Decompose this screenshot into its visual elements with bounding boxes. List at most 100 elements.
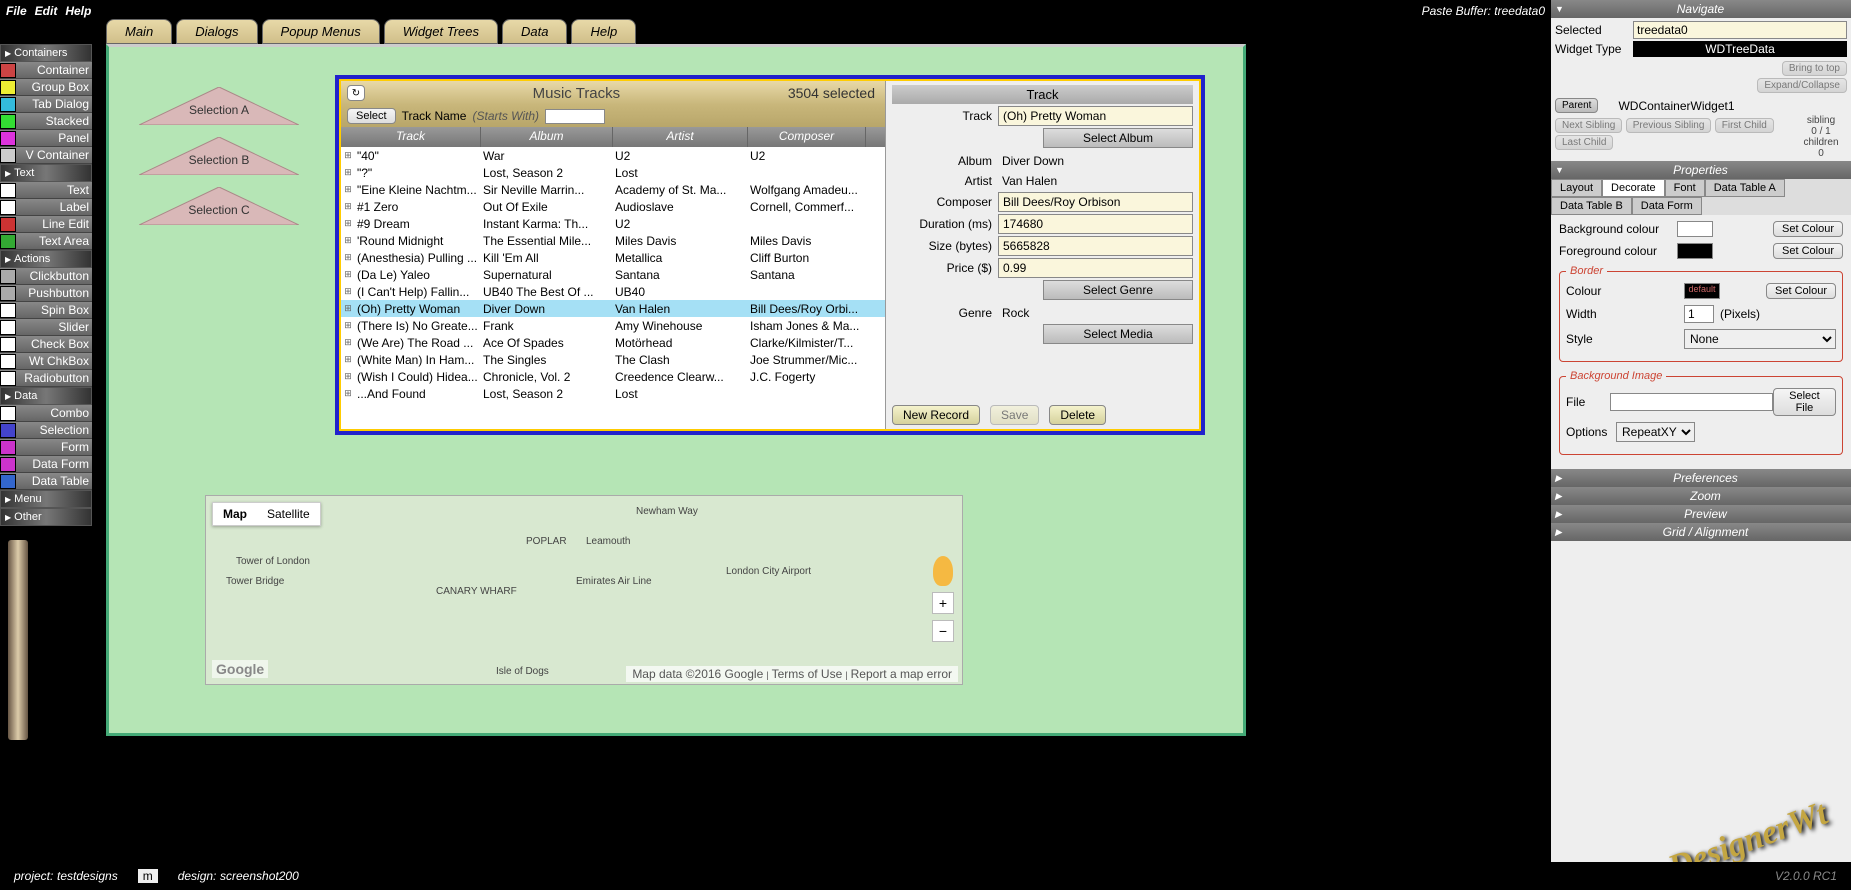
tab-widget-trees[interactable]: Widget Trees <box>384 19 498 44</box>
tab-dialogs[interactable]: Dialogs <box>176 19 257 44</box>
select-file-button[interactable]: Select File <box>1773 388 1836 416</box>
size-input[interactable] <box>998 236 1193 256</box>
zoom-header[interactable]: Zoom <box>1551 487 1851 505</box>
palette-item[interactable]: Container <box>0 62 92 79</box>
border-style-select[interactable]: None <box>1684 329 1836 349</box>
palette-item[interactable]: V Container <box>0 147 92 164</box>
preview-header[interactable]: Preview <box>1551 505 1851 523</box>
palette-item[interactable]: Check Box <box>0 336 92 353</box>
save-button[interactable]: Save <box>990 405 1039 425</box>
palette-item[interactable]: Text <box>0 182 92 199</box>
table-row[interactable]: ⊞"40"WarU2U2 <box>341 147 885 164</box>
table-row[interactable]: ⊞"Eine Kleine Nachtm...Sir Neville Marri… <box>341 181 885 198</box>
tab-layout[interactable]: Layout <box>1551 179 1602 197</box>
palette-section[interactable]: Menu <box>0 490 92 508</box>
expand-collapse-button[interactable]: Expand/Collapse <box>1757 78 1847 93</box>
select-album-button[interactable]: Select Album <box>1043 128 1193 148</box>
map-type-map[interactable]: Map <box>213 503 257 525</box>
menu-file[interactable]: File <box>6 4 27 18</box>
palette-item[interactable]: Group Box <box>0 79 92 96</box>
pegman-icon[interactable] <box>933 556 953 586</box>
set-bg-colour-button[interactable]: Set Colour <box>1773 221 1843 237</box>
tab-data-table-a[interactable]: Data Table A <box>1705 179 1785 197</box>
palette-item[interactable]: Text Area <box>0 233 92 250</box>
tab-popup-menus[interactable]: Popup Menus <box>262 19 380 44</box>
next-sibling-button[interactable]: Next Sibling <box>1555 118 1622 133</box>
table-row[interactable]: ⊞'Round MidnightThe Essential Mile...Mil… <box>341 232 885 249</box>
navigate-header[interactable]: Navigate <box>1551 0 1851 18</box>
column-composer[interactable]: Composer <box>748 127 866 147</box>
zoom-in-button[interactable]: + <box>932 592 954 614</box>
tab-data-form[interactable]: Data Form <box>1632 197 1702 215</box>
palette-item[interactable]: Label <box>0 199 92 216</box>
selection-b-widget[interactable]: Selection B <box>139 137 299 175</box>
set-border-colour-button[interactable]: Set Colour <box>1766 283 1836 299</box>
palette-item[interactable]: Pushbutton <box>0 285 92 302</box>
nav-selected-input[interactable] <box>1633 21 1847 39</box>
track-rows-container[interactable]: ⊞"40"WarU2U2⊞"?"Lost, Season 2Lost⊞"Eine… <box>341 147 885 429</box>
table-row[interactable]: ⊞(Oh) Pretty WomanDiver DownVan HalenBil… <box>341 300 885 317</box>
menu-help[interactable]: Help <box>65 4 91 18</box>
prev-sibling-button[interactable]: Previous Sibling <box>1626 118 1712 133</box>
table-row[interactable]: ⊞#9 DreamInstant Karma: Th...U2 <box>341 215 885 232</box>
map-type-satellite[interactable]: Satellite <box>257 503 320 525</box>
menu-edit[interactable]: Edit <box>35 4 58 18</box>
table-row[interactable]: ⊞(I Can't Help) Fallin...UB40 The Best O… <box>341 283 885 300</box>
tab-main[interactable]: Main <box>106 19 172 44</box>
palette-section[interactable]: Text <box>0 164 92 182</box>
border-width-input[interactable] <box>1684 305 1714 323</box>
properties-header[interactable]: Properties <box>1551 161 1851 179</box>
palette-item[interactable]: Spin Box <box>0 302 92 319</box>
palette-item[interactable]: Selection <box>0 422 92 439</box>
palette-item[interactable]: Radiobutton <box>0 370 92 387</box>
first-child-button[interactable]: First Child <box>1715 118 1774 133</box>
zoom-out-button[interactable]: − <box>932 620 954 642</box>
column-track[interactable]: Track <box>341 127 481 147</box>
price-input[interactable] <box>998 258 1193 278</box>
palette-section[interactable]: Data <box>0 387 92 405</box>
selection-a-widget[interactable]: Selection A <box>139 87 299 125</box>
palette-section[interactable]: Actions <box>0 250 92 268</box>
file-input[interactable] <box>1610 393 1773 411</box>
palette-item[interactable]: Panel <box>0 130 92 147</box>
track-input[interactable] <box>998 106 1193 126</box>
table-row[interactable]: ⊞...And FoundLost, Season 2Lost <box>341 385 885 402</box>
palette-item[interactable]: Stacked <box>0 113 92 130</box>
table-row[interactable]: ⊞(Da Le) YaleoSupernaturalSantanaSantana <box>341 266 885 283</box>
tab-font[interactable]: Font <box>1665 179 1705 197</box>
tab-data-table-b[interactable]: Data Table B <box>1551 197 1632 215</box>
duration-input[interactable] <box>998 214 1193 234</box>
design-canvas[interactable]: Selection A Selection B Selection C ↻ Mu… <box>106 44 1246 736</box>
preferences-header[interactable]: Preferences <box>1551 469 1851 487</box>
palette-item[interactable]: Form <box>0 439 92 456</box>
bring-to-top-button[interactable]: Bring to top <box>1782 61 1847 76</box>
map-widget[interactable]: Map Satellite Tower of London Tower Brid… <box>205 495 963 685</box>
palette-item[interactable]: Tab Dialog <box>0 96 92 113</box>
select-button[interactable]: Select <box>347 108 396 124</box>
palette-item[interactable]: Clickbutton <box>0 268 92 285</box>
selection-c-widget[interactable]: Selection C <box>139 187 299 225</box>
search-input[interactable] <box>545 109 605 124</box>
palette-item[interactable]: Combo <box>0 405 92 422</box>
composer-input[interactable] <box>998 192 1193 212</box>
palette-item[interactable]: Line Edit <box>0 216 92 233</box>
table-row[interactable]: ⊞"?"Lost, Season 2Lost <box>341 164 885 181</box>
refresh-icon[interactable]: ↻ <box>347 85 365 101</box>
palette-section[interactable]: Containers <box>0 44 92 62</box>
table-row[interactable]: ⊞#1 ZeroOut Of ExileAudioslaveCornell, C… <box>341 198 885 215</box>
table-row[interactable]: ⊞(There Is) No Greate...FrankAmy Winehou… <box>341 317 885 334</box>
parent-button[interactable]: Parent <box>1555 98 1598 113</box>
tab-help[interactable]: Help <box>571 19 636 44</box>
options-select[interactable]: RepeatXY <box>1616 422 1695 442</box>
table-row[interactable]: ⊞(We Are) The Road ...Ace Of SpadesMotör… <box>341 334 885 351</box>
new-record-button[interactable]: New Record <box>892 405 980 425</box>
table-row[interactable]: ⊞(White Man) In Ham...The SinglesThe Cla… <box>341 351 885 368</box>
column-artist[interactable]: Artist <box>613 127 748 147</box>
tab-data[interactable]: Data <box>502 19 567 44</box>
palette-item[interactable]: Slider <box>0 319 92 336</box>
palette-item[interactable]: Data Table <box>0 473 92 490</box>
delete-button[interactable]: Delete <box>1049 405 1106 425</box>
set-fg-colour-button[interactable]: Set Colour <box>1773 243 1843 259</box>
column-album[interactable]: Album <box>481 127 613 147</box>
palette-section[interactable]: Other <box>0 508 92 526</box>
